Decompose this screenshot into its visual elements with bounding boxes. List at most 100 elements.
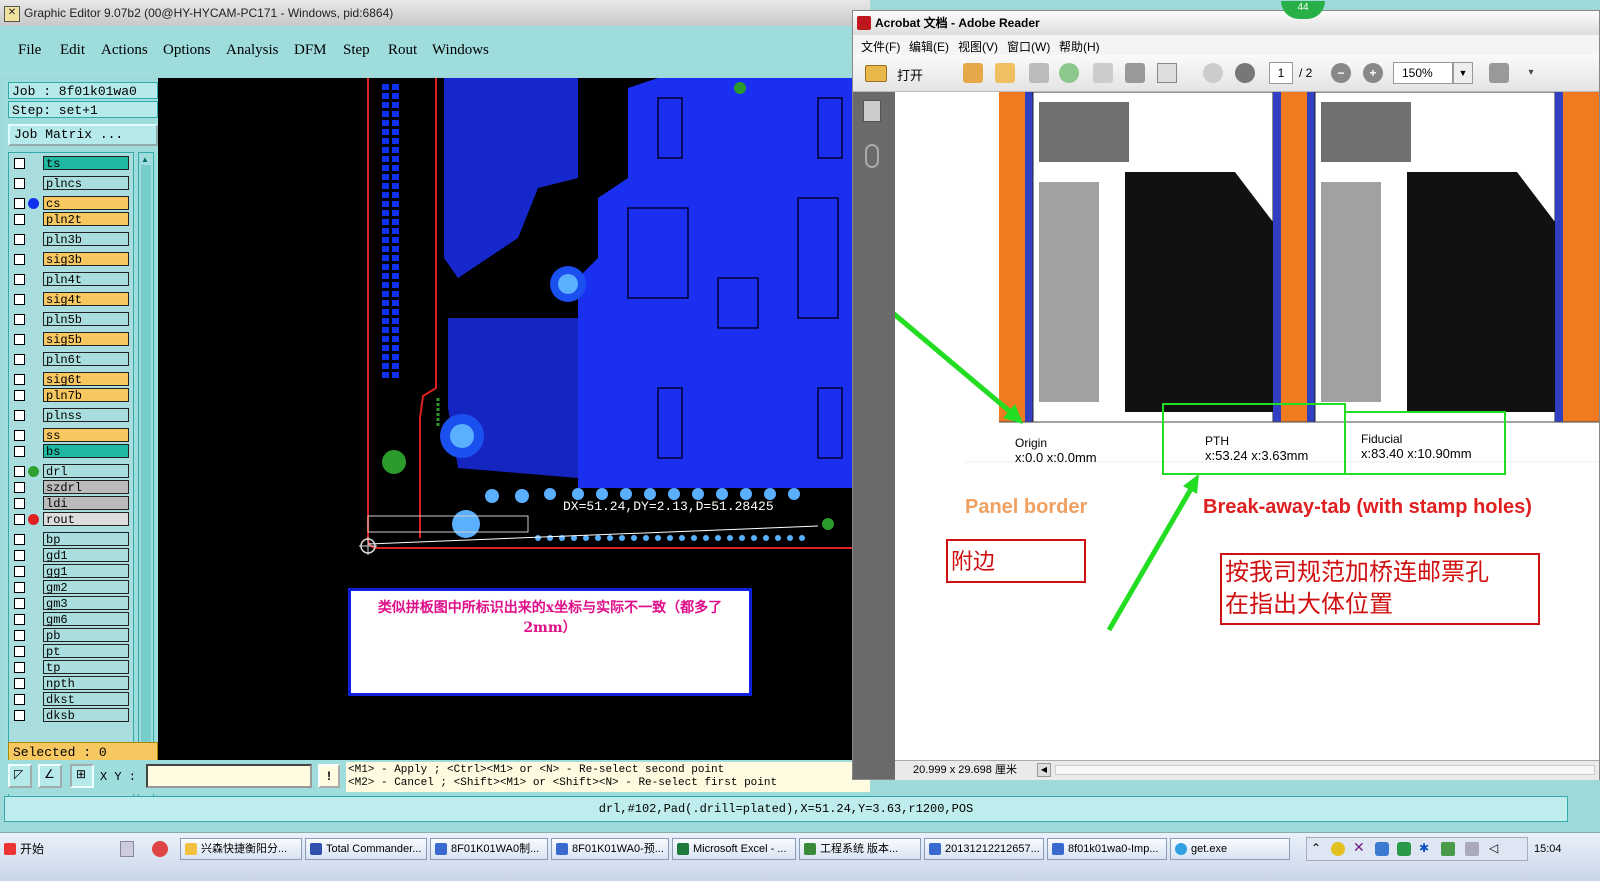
layer-name[interactable]: ts xyxy=(43,156,129,171)
layer-name[interactable]: dkst xyxy=(43,692,129,707)
layer-checkbox[interactable] xyxy=(14,678,25,689)
horizontal-scrollbar[interactable] xyxy=(1055,765,1595,775)
layer-row-gm3[interactable]: gm3 xyxy=(11,596,131,611)
pages-icon[interactable] xyxy=(863,100,881,122)
acro-menu-file[interactable]: 文件(F) xyxy=(861,38,900,55)
layer-row-sig3b[interactable]: sig3b xyxy=(11,252,131,267)
volume-icon[interactable]: ◁ xyxy=(1489,841,1498,855)
email-icon[interactable] xyxy=(1157,63,1177,83)
task-2[interactable]: 8F01K01WA0制... xyxy=(430,838,548,860)
layer-checkbox[interactable] xyxy=(14,550,25,561)
tray-security-icon[interactable] xyxy=(1331,842,1345,856)
fullscreen-icon[interactable] xyxy=(1489,63,1509,83)
menu-edit[interactable]: Edit xyxy=(60,42,85,59)
layer-name[interactable]: szdrl xyxy=(43,480,129,495)
layer-name[interactable]: gm2 xyxy=(43,580,129,595)
layer-row-pln3b[interactable]: pln3b xyxy=(11,232,131,247)
quicklaunch-doc-icon[interactable] xyxy=(120,841,134,857)
layer-name[interactable]: bs xyxy=(43,444,129,459)
task-0[interactable]: 兴森快捷衡阳分... xyxy=(180,838,302,860)
layer-checkbox[interactable] xyxy=(14,254,25,265)
layer-checkbox[interactable] xyxy=(14,390,25,401)
task-8[interactable]: get.exe xyxy=(1170,838,1290,860)
layer-row-pln7b[interactable]: pln7b xyxy=(11,388,131,403)
toolbar-menu-icon[interactable]: ▾ xyxy=(1521,63,1541,83)
layer-name[interactable]: sig6t xyxy=(43,372,129,387)
layer-name[interactable]: drl xyxy=(43,464,129,479)
layer-checkbox[interactable] xyxy=(14,198,25,209)
layer-name[interactable]: gm3 xyxy=(43,596,129,611)
acro-menu-window[interactable]: 窗口(W) xyxy=(1007,38,1050,55)
layer-row-pln5b[interactable]: pln5b xyxy=(11,312,131,327)
layer-row-ldi[interactable]: ldi xyxy=(11,496,131,511)
exclaim-button[interactable]: ! xyxy=(318,764,340,788)
layer-checkbox[interactable] xyxy=(14,294,25,305)
layer-scrollbar[interactable]: ▲ ▼ xyxy=(138,152,154,812)
pdf-document-view[interactable]: Origin x:0.0 x:0.0mm PTH x:53.24 x:3.63m… xyxy=(895,92,1599,760)
layer-name[interactable]: pb xyxy=(43,628,129,643)
layer-name[interactable]: pln2t xyxy=(43,212,129,227)
page-up-icon[interactable] xyxy=(1203,63,1223,83)
layer-name[interactable]: cs xyxy=(43,196,129,211)
layer-checkbox[interactable] xyxy=(14,646,25,657)
layer-checkbox[interactable] xyxy=(14,314,25,325)
layer-row-bs[interactable]: bs xyxy=(11,444,131,459)
upload-icon[interactable] xyxy=(1059,63,1079,83)
layer-row-rout[interactable]: rout xyxy=(11,512,131,527)
attachment-icon[interactable] xyxy=(865,144,879,168)
layer-row-gg1[interactable]: gg1 xyxy=(11,564,131,579)
open-button[interactable]: 打开 xyxy=(863,61,933,85)
layer-checkbox[interactable] xyxy=(14,274,25,285)
edit-icon[interactable] xyxy=(1029,63,1049,83)
layer-row-gm6[interactable]: gm6 xyxy=(11,612,131,627)
layer-name[interactable]: pt xyxy=(43,644,129,659)
acro-menu-view[interactable]: 视图(V) xyxy=(958,38,998,55)
layer-name[interactable]: sig5b xyxy=(43,332,129,347)
layer-checkbox[interactable] xyxy=(14,446,25,457)
layer-row-pln4t[interactable]: pln4t xyxy=(11,272,131,287)
zoom-tool-button[interactable]: ◸ xyxy=(8,764,32,788)
acro-menu-edit[interactable]: 编辑(E) xyxy=(909,38,949,55)
task-1[interactable]: Total Commander... xyxy=(305,838,427,860)
tray-app-icon[interactable] xyxy=(1375,842,1389,856)
layer-checkbox[interactable] xyxy=(14,514,25,525)
layer-name[interactable]: gg1 xyxy=(43,564,129,579)
layer-checkbox[interactable] xyxy=(14,582,25,593)
zoom-select[interactable]: 150% xyxy=(1393,62,1453,84)
tray-close-x-icon[interactable]: ✕ xyxy=(1353,839,1365,856)
layer-name[interactable]: rout xyxy=(43,512,129,527)
layer-checkbox[interactable] xyxy=(14,614,25,625)
scroll-thumb[interactable] xyxy=(141,165,151,785)
layer-checkbox[interactable] xyxy=(14,710,25,721)
layer-row-pln2t[interactable]: pln2t xyxy=(11,212,131,227)
layer-name[interactable]: ss xyxy=(43,428,129,443)
layer-row-drl[interactable]: drl xyxy=(11,464,131,479)
layer-name[interactable]: tp xyxy=(43,660,129,675)
task-3[interactable]: 8F01K01WA0-预... xyxy=(551,838,669,860)
save-icon[interactable] xyxy=(1093,63,1113,83)
menu-dfm[interactable]: DFM xyxy=(294,42,327,59)
layer-checkbox[interactable] xyxy=(14,662,25,673)
job-matrix-button[interactable]: Job Matrix ... xyxy=(8,124,158,146)
page-number-input[interactable]: 1 xyxy=(1269,62,1293,84)
layer-name[interactable]: pln6t xyxy=(43,352,129,367)
create-pdf-icon[interactable] xyxy=(963,63,983,83)
layer-row-ss[interactable]: ss xyxy=(11,428,131,443)
layer-checkbox[interactable] xyxy=(14,334,25,345)
layer-name[interactable]: pln5b xyxy=(43,312,129,327)
layer-name[interactable]: sig3b xyxy=(43,252,129,267)
layer-name[interactable]: sig4t xyxy=(43,292,129,307)
menu-actions[interactable]: Actions xyxy=(101,42,148,59)
layer-row-ts[interactable]: ts xyxy=(11,156,131,171)
layer-checkbox[interactable] xyxy=(14,566,25,577)
layer-row-tp[interactable]: tp xyxy=(11,660,131,675)
menu-file[interactable]: File xyxy=(18,42,41,59)
start-button[interactable]: 开始 xyxy=(2,837,56,861)
layer-row-sig5b[interactable]: sig5b xyxy=(11,332,131,347)
layer-row-bp[interactable]: bp xyxy=(11,532,131,547)
layer-name[interactable]: plncs xyxy=(43,176,129,191)
measure-tool-button[interactable]: ∠ xyxy=(38,764,62,788)
scroll-up-icon[interactable]: ▲ xyxy=(141,155,149,164)
tray-display-icon[interactable] xyxy=(1465,842,1479,856)
task-4[interactable]: Microsoft Excel - ... xyxy=(672,838,796,860)
